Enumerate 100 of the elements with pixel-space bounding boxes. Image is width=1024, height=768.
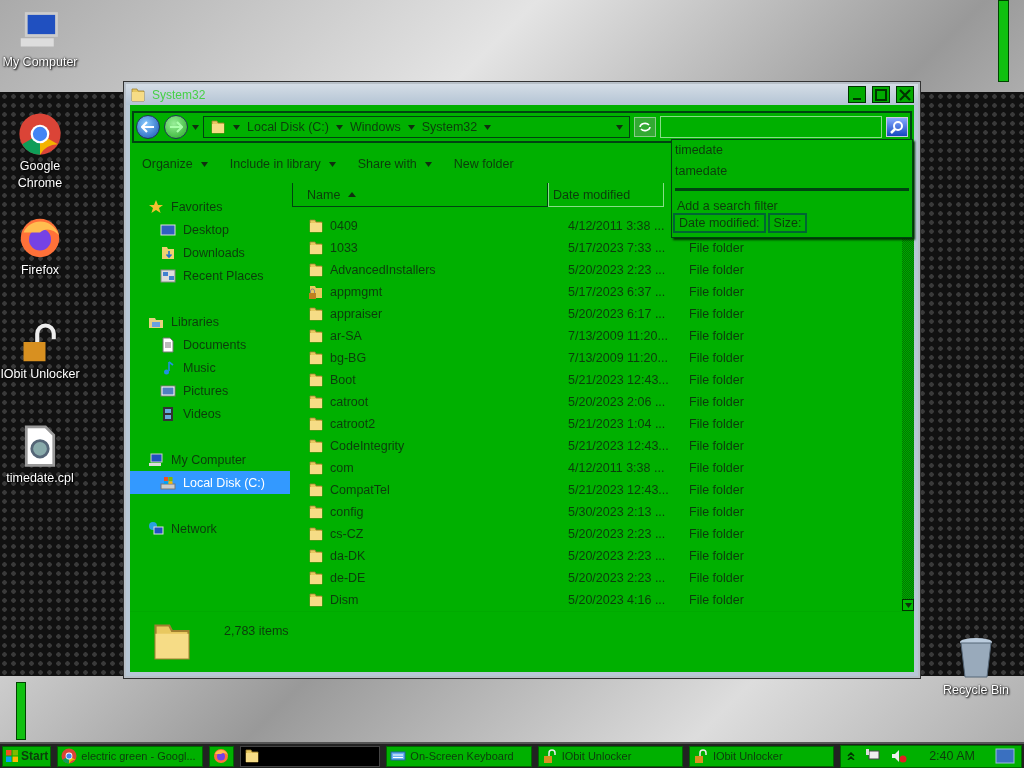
folder-icon: [308, 482, 324, 498]
nav-item[interactable]: My Computer: [130, 448, 290, 471]
type-cell-text: File folder: [689, 285, 745, 299]
network-icon: [148, 520, 164, 537]
desktop-icon[interactable]: Google Chrome: [0, 112, 80, 216]
file-name-cell[interactable]: de-DE: [292, 570, 568, 586]
taskbar-button[interactable]: [239, 745, 381, 767]
file-name-cell[interactable]: catroot2: [292, 416, 568, 432]
desktop-icon[interactable]: My Computer: [0, 8, 80, 112]
file-name-cell[interactable]: catroot: [292, 394, 568, 410]
file-name-cell[interactable]: com: [292, 460, 568, 476]
taskbar-button[interactable]: On-Screen Keyboard: [386, 745, 532, 767]
folder-icon: [308, 372, 324, 388]
taskbar-button[interactable]: IObit Unlocker: [537, 745, 683, 767]
search-suggestion[interactable]: tamedate: [675, 164, 728, 178]
folder-icon: [130, 86, 146, 103]
nav-item[interactable]: Downloads: [130, 241, 290, 264]
clock[interactable]: 2:40 AM: [929, 749, 976, 763]
folder-icon: [308, 592, 324, 608]
nav-item[interactable]: Videos: [130, 402, 290, 425]
close-button[interactable]: [896, 86, 914, 103]
type-cell-text: File folder: [689, 395, 745, 409]
toolbar-button[interactable]: Include in library: [229, 157, 336, 171]
nav-item[interactable]: Pictures: [130, 379, 290, 402]
chevron-icon: [847, 752, 856, 760]
file-name-cell[interactable]: AdvancedInstallers: [292, 262, 568, 278]
chrome-icon: [61, 748, 78, 764]
search-button[interactable]: [886, 117, 908, 137]
downloads-folder-icon: [160, 244, 176, 261]
column-header[interactable]: Date modified: [548, 183, 664, 207]
nav-item[interactable]: Desktop: [130, 218, 290, 241]
scroll-down-button[interactable]: [902, 599, 914, 611]
network-icon[interactable]: [865, 749, 882, 763]
filter-hint: Add a search filter: [677, 199, 778, 213]
taskbar-button[interactable]: electric green - Googl...: [57, 745, 203, 767]
column-header[interactable]: Name: [292, 183, 548, 207]
caret-icon: [484, 124, 492, 130]
minimize-button[interactable]: [848, 86, 866, 103]
folder-icon: [308, 416, 324, 432]
search-filter-button[interactable]: Size:: [767, 213, 808, 233]
file-name-cell[interactable]: da-DK: [292, 548, 568, 564]
type-cell-text: File folder: [689, 593, 745, 607]
search-filter-button[interactable]: Date modified:: [673, 213, 766, 233]
window-title: System32: [152, 87, 207, 102]
file-name-cell[interactable]: CodeIntegrity: [292, 438, 568, 454]
file-name-cell[interactable]: appraiser: [292, 306, 568, 322]
address-bar[interactable]: Local Disk (C:) Windows System32: [203, 116, 630, 138]
search-suggestion[interactable]: timedate: [675, 143, 723, 157]
chrome-icon: [18, 112, 62, 156]
nav-item[interactable]: Documents: [130, 333, 290, 356]
back-button[interactable]: [136, 115, 160, 139]
file-name-cell[interactable]: bg-BG: [292, 350, 568, 366]
muted-speaker-icon[interactable]: [891, 749, 908, 763]
drive-icon: [160, 474, 176, 491]
desktop-icon[interactable]: timedate.cpl: [0, 424, 80, 528]
caret-icon: [200, 161, 208, 167]
toolbar-button[interactable]: Share with: [357, 157, 432, 171]
date-cell: 5/20/2023 2:23 ...: [568, 549, 666, 563]
folder-icon: [308, 306, 324, 322]
taskbar-button[interactable]: IObit Unlocker: [688, 745, 835, 767]
date-cell: 5/20/2023 2:23 ...: [568, 527, 666, 541]
desktop-icon[interactable]: Firefox: [0, 216, 80, 320]
nav-item[interactable]: Favorites: [130, 195, 290, 218]
close-icon: [899, 88, 911, 101]
nav-item[interactable]: Recent Places: [130, 264, 290, 287]
breadcrumb[interactable]: System32: [421, 120, 478, 134]
nav-item[interactable]: Network: [130, 517, 290, 540]
breadcrumb[interactable]: Windows: [349, 120, 401, 134]
file-name-cell[interactable]: cs-CZ: [292, 526, 568, 542]
type-cell-text: File folder: [689, 483, 745, 497]
taskbar-button[interactable]: [208, 745, 234, 767]
toolbar-button[interactable]: New folder: [453, 157, 514, 171]
desktop-icon[interactable]: IObit Unlocker: [0, 320, 80, 424]
start-button[interactable]: Start: [2, 745, 52, 767]
date-cell: 5/20/2023 2:23 ...: [568, 571, 666, 585]
date-cell: 5/20/2023 2:06 ...: [568, 395, 666, 409]
file-name-cell[interactable]: config: [292, 504, 568, 520]
nav-item[interactable]: Music: [130, 356, 290, 379]
forward-button[interactable]: [164, 115, 188, 139]
breadcrumb[interactable]: Local Disk (C:): [247, 120, 329, 134]
folder-icon: [308, 548, 324, 564]
nav-item[interactable]: Libraries: [130, 310, 290, 333]
type-cell-text: File folder: [689, 307, 745, 321]
file-name-cell[interactable]: 0409: [292, 218, 568, 234]
toolbar-button[interactable]: Organize: [142, 157, 208, 171]
search-field[interactable]: [660, 116, 882, 138]
file-name-cell[interactable]: appmgmt: [292, 284, 568, 300]
film-icon: [160, 405, 176, 422]
star-icon: [148, 198, 164, 215]
type-cell-text: File folder: [689, 351, 745, 365]
nav-item[interactable]: Local Disk (C:): [130, 471, 290, 494]
file-name-cell[interactable]: Dism: [292, 592, 568, 608]
file-name-cell[interactable]: CompatTel: [292, 482, 568, 498]
file-name-cell[interactable]: 1033: [292, 240, 568, 256]
maximize-button[interactable]: [872, 86, 890, 103]
caret-icon: [192, 124, 199, 130]
refresh-button[interactable]: [634, 117, 656, 137]
desktop-icon: [160, 221, 176, 238]
file-name-cell[interactable]: ar-SA: [292, 328, 568, 344]
file-name-cell[interactable]: Boot: [292, 372, 568, 388]
